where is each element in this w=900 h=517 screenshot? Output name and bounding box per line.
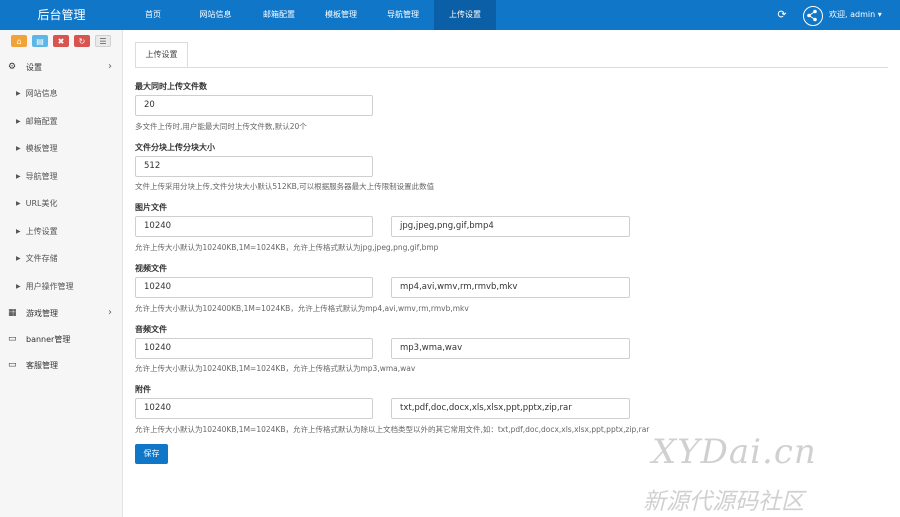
- attachment-label: 附件: [135, 385, 151, 394]
- recycle-icon[interactable]: ↻: [74, 35, 90, 47]
- caret-right-icon: ▶: [16, 90, 21, 98]
- max-files-label: 最大同时上传文件数: [135, 82, 207, 91]
- save-button[interactable]: 保存: [135, 444, 168, 464]
- nav-email-config[interactable]: 邮箱配置: [248, 0, 310, 30]
- sidebar-item-label: 邮箱配置: [25, 116, 58, 126]
- tab-upload-settings[interactable]: 上传设置: [135, 42, 188, 68]
- sidebar-item-label: 文件存储: [25, 254, 58, 264]
- sidebar-item-upload-settings[interactable]: ▶ 上传设置: [0, 218, 122, 246]
- chevron-right-icon: ›: [108, 307, 112, 318]
- sidebar-item-label: URL美化: [25, 199, 58, 209]
- attachment-hint: 允许上传大小默认为10240KB,1M=1024KB，允许上传格式默认为除以上文…: [135, 425, 650, 434]
- trash-icon[interactable]: ✖: [53, 35, 69, 47]
- list-icon[interactable]: ☰: [95, 35, 111, 47]
- sidebar-menu: ⚙ 设置 › ▶ 网站信息 ▶ 邮箱配置 ▶ 模板管理 ▶ 导航管理 ▶ URL美化 ▶ 上…: [0, 54, 122, 378]
- caret-right-icon: ▶: [16, 172, 21, 180]
- brand-title[interactable]: 后台管理: [0, 0, 123, 30]
- sidebar: ⌂ ▤ ✖ ↻ ☰ ⚙ 设置 › ▶ 网站信息 ▶ 邮箱配置 ▶ 模板管理 ▶ 导航管理…: [0, 30, 123, 517]
- video-hint: 允许上传大小默认为102400KB,1M=1024KB，允许上传格式默认为mp4…: [135, 304, 469, 313]
- image-size-input[interactable]: 10240: [135, 216, 373, 237]
- sidebar-section-label: 客服管理: [26, 360, 58, 370]
- user-menu[interactable]: 欢迎, admin ▾: [829, 0, 882, 30]
- caret-right-icon: ▶: [16, 255, 21, 263]
- gears-icon: ⚙: [8, 62, 17, 72]
- home-icon[interactable]: ⌂: [11, 35, 27, 47]
- monitor-icon: ▭: [8, 334, 17, 344]
- chunk-size-input[interactable]: 512: [135, 156, 373, 177]
- file-icon[interactable]: ▤: [32, 35, 48, 47]
- monitor-icon: ▭: [8, 360, 17, 370]
- max-files-input[interactable]: 20: [135, 95, 373, 116]
- tab-divider: [135, 67, 888, 68]
- audio-hint: 允许上传大小默认为10240KB,1M=1024KB，允许上传格式默认为mp3,…: [135, 364, 416, 373]
- video-formats-input[interactable]: mp4,avi,wmv,rm,rmvb,mkv: [391, 277, 630, 298]
- caret-right-icon: ▶: [16, 117, 21, 125]
- watermark-text: XYDai.cn: [652, 432, 817, 472]
- sidebar-section-label: 游戏管理: [26, 308, 58, 318]
- share-icon[interactable]: [803, 6, 823, 26]
- max-files-hint: 多文件上传时,用户能最大同时上传文件数,默认20个: [135, 122, 307, 131]
- nav-navigation[interactable]: 导航管理: [372, 0, 434, 30]
- caret-right-icon: ▶: [16, 282, 21, 290]
- audio-formats-input[interactable]: mp3,wma,wav: [391, 338, 630, 359]
- chunk-size-label: 文件分块上传分块大小: [135, 143, 215, 152]
- sidebar-item-file-storage[interactable]: ▶ 文件存储: [0, 245, 122, 273]
- sidebar-item-label: 用户操作管理: [25, 281, 74, 291]
- attachment-size-input[interactable]: 10240: [135, 398, 373, 419]
- sidebar-item-url-rewrite[interactable]: ▶ URL美化: [0, 190, 122, 218]
- grid-icon: ▦: [8, 308, 17, 318]
- chunk-size-hint: 文件上传采用分块上传,文件分块大小默认512KB,可以根据服务器最大上传限制设置…: [135, 182, 435, 191]
- sidebar-item-label: 网站信息: [25, 89, 58, 99]
- attachment-formats-input[interactable]: txt,pdf,doc,docx,xls,xlsx,ppt,pptx,zip,r…: [391, 398, 630, 419]
- video-size-input[interactable]: 10240: [135, 277, 373, 298]
- image-label: 图片文件: [135, 203, 167, 212]
- sidebar-section-banner[interactable]: ▭ banner管理: [0, 326, 122, 352]
- nav-site-info[interactable]: 网站信息: [183, 0, 248, 30]
- sidebar-section-games[interactable]: ▦ 游戏管理 ›: [0, 300, 122, 326]
- caret-right-icon: ▶: [16, 200, 21, 208]
- sidebar-section-label: 设置: [26, 62, 42, 72]
- image-formats-input[interactable]: jpg,jpeg,png,gif,bmp4: [391, 216, 630, 237]
- refresh-icon[interactable]: ⟳: [776, 9, 788, 21]
- image-hint: 允许上传大小默认为10240KB,1M=1024KB，允许上传格式默认为jpg,…: [135, 243, 439, 252]
- sidebar-section-customer-service[interactable]: ▭ 客服管理: [0, 352, 122, 378]
- sidebar-item-email-config[interactable]: ▶ 邮箱配置: [0, 108, 122, 136]
- caret-right-icon: ▶: [16, 145, 21, 153]
- sidebar-section-settings[interactable]: ⚙ 设置 ›: [0, 54, 122, 80]
- nav-templates[interactable]: 模板管理: [310, 0, 372, 30]
- audio-label: 音频文件: [135, 325, 167, 334]
- nav-home[interactable]: 首页: [123, 0, 183, 30]
- sidebar-item-label: 上传设置: [25, 226, 58, 236]
- sidebar-item-label: 模板管理: [25, 144, 58, 154]
- top-bar: 后台管理 首页 网站信息 邮箱配置 模板管理 导航管理 上传设置 ⟳ 欢迎, a…: [0, 0, 900, 30]
- watermark-subtext: 新源代源码社区: [643, 489, 804, 515]
- shortcut-bar: ⌂ ▤ ✖ ↻ ☰: [11, 35, 111, 47]
- top-nav: 首页 网站信息 邮箱配置 模板管理 导航管理 上传设置: [123, 0, 496, 30]
- audio-size-input[interactable]: 10240: [135, 338, 373, 359]
- sidebar-item-templates[interactable]: ▶ 模板管理: [0, 135, 122, 163]
- sidebar-item-site-info[interactable]: ▶ 网站信息: [0, 80, 122, 108]
- sidebar-item-label: 导航管理: [25, 171, 58, 181]
- sidebar-item-navigation[interactable]: ▶ 导航管理: [0, 163, 122, 191]
- sidebar-item-user-actions[interactable]: ▶ 用户操作管理: [0, 273, 122, 301]
- chevron-right-icon: ›: [108, 61, 112, 72]
- nav-upload-settings[interactable]: 上传设置: [434, 0, 496, 30]
- video-label: 视频文件: [135, 264, 167, 273]
- caret-right-icon: ▶: [16, 227, 21, 235]
- sidebar-section-label: banner管理: [26, 334, 71, 344]
